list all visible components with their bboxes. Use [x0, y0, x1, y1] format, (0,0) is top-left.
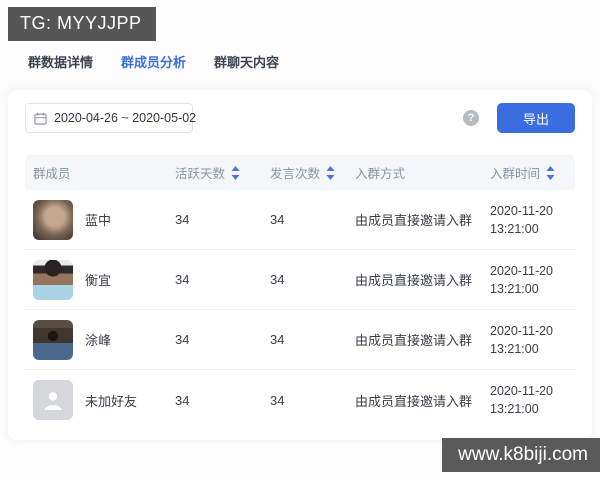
tg-handle-badge: TG: MYYJJPP: [8, 7, 156, 41]
active-days-value: 34: [175, 332, 190, 347]
join-date-line: 2020-11-20: [490, 384, 554, 398]
active-days-value: 34: [175, 212, 190, 227]
join-method-value: 由成员直接邀请入群: [355, 273, 473, 288]
date-range-value: 2020-04-26 ~ 2020-05-02: [54, 111, 197, 125]
join-clock-line: 13:21:00: [490, 221, 539, 236]
column-label: 入群时间: [490, 167, 541, 181]
date-range-picker[interactable]: 2020-04-26 ~ 2020-05-02: [25, 103, 197, 133]
column-header-member: 群成员: [25, 163, 175, 182]
join-clock-line: 13:21:00: [490, 341, 539, 356]
messages-value: 34: [270, 272, 285, 287]
export-button[interactable]: 导出: [497, 103, 575, 133]
active-days-value: 34: [175, 392, 190, 408]
table-row[interactable]: 涂峰 34 34 由成员直接邀请入群 2020-11-20 13:21:00: [25, 310, 575, 370]
column-header-active-days: 活跃天数: [175, 163, 270, 182]
messages-value: 34: [270, 392, 285, 408]
watermark-badge: www.k8biji.com: [442, 438, 600, 472]
member-name: 蓝中: [85, 213, 112, 228]
member-cell: 未加好友: [25, 380, 175, 420]
join-date-line: 2020-11-20: [490, 263, 554, 278]
help-icon[interactable]: ?: [463, 110, 479, 126]
join-time-value: 2020-11-20 13:21:00: [490, 322, 575, 358]
tab-label: 群聊天内容: [214, 55, 280, 70]
tab-label: 群成员分析: [121, 55, 187, 70]
column-header-messages: 发言次数: [270, 163, 355, 182]
table-row[interactable]: 蓝中 34 34 由成员直接邀请入群 2020-11-20 13:21:00: [25, 190, 575, 250]
join-date-line: 2020-11-20: [490, 203, 554, 218]
member-photo-avatar: [33, 199, 73, 240]
messages-value: 34: [270, 332, 285, 347]
member-photo-avatar: [33, 259, 73, 300]
column-label: 发言次数: [270, 167, 321, 181]
sort-icon[interactable]: [326, 165, 335, 180]
content-card: 2020-04-26 ~ 2020-05-02 ? 导出 群成员 活跃天数 发言…: [8, 90, 592, 440]
member-table: 群成员 活跃天数 发言次数 入群方式 入群时间 蓝中 34 34 由成员直接邀请…: [25, 155, 575, 430]
member-photo-avatar: [33, 319, 73, 360]
join-time-value: 2020-11-20 13:21:00: [490, 262, 575, 298]
messages-value: 34: [270, 212, 285, 227]
table-row[interactable]: 未加好友 34 34 由成员直接邀请入群 2020-11-20 13:21:00: [25, 370, 575, 430]
member-cell: 蓝中: [25, 199, 175, 240]
member-cell: 衡宜: [25, 259, 175, 300]
column-label: 群成员: [33, 167, 71, 181]
tab-group-data-details[interactable]: 群数据详情: [28, 52, 93, 83]
column-label: 入群方式: [355, 167, 406, 181]
member-name: 未加好友: [85, 393, 138, 409]
tab-group-chat-content[interactable]: 群聊天内容: [214, 52, 279, 83]
join-clock-line: 13:21:00: [490, 402, 539, 416]
join-date-line: 2020-11-20: [490, 323, 554, 338]
member-name: 涂峰: [85, 333, 112, 348]
join-method-value: 由成员直接邀请入群: [355, 393, 473, 409]
tab-group-member-analysis[interactable]: 群成员分析: [121, 52, 187, 95]
join-clock-line: 13:21:00: [490, 281, 539, 296]
sort-icon[interactable]: [231, 165, 240, 180]
active-days-value: 34: [175, 272, 190, 287]
calendar-icon: [34, 112, 47, 125]
member-cell: 涂峰: [25, 319, 175, 360]
placeholder-person-icon: [33, 380, 73, 420]
join-method-value: 由成员直接邀请入群: [355, 333, 473, 348]
table-header-row: 群成员 活跃天数 发言次数 入群方式 入群时间: [25, 155, 575, 190]
join-time-value: 2020-11-20 13:21:00: [490, 202, 575, 238]
tab-label: 群数据详情: [28, 55, 94, 70]
toolbar: 2020-04-26 ~ 2020-05-02 ? 导出: [25, 103, 575, 133]
join-method-value: 由成员直接邀请入群: [355, 213, 473, 228]
join-time-value: 2020-11-20 13:21:00: [490, 382, 575, 418]
tab-bar: 群数据详情 群成员分析 群聊天内容: [28, 52, 307, 95]
page: TG: MYYJJPP 群数据详情 群成员分析 群聊天内容 2020-04-26…: [0, 0, 600, 480]
member-name: 衡宜: [85, 273, 112, 288]
column-label: 活跃天数: [175, 167, 226, 181]
column-header-join-method: 入群方式: [355, 163, 490, 182]
sort-icon[interactable]: [546, 165, 555, 180]
table-row[interactable]: 衡宜 34 34 由成员直接邀请入群 2020-11-20 13:21:00: [25, 250, 575, 310]
column-header-join-time: 入群时间: [490, 163, 575, 182]
